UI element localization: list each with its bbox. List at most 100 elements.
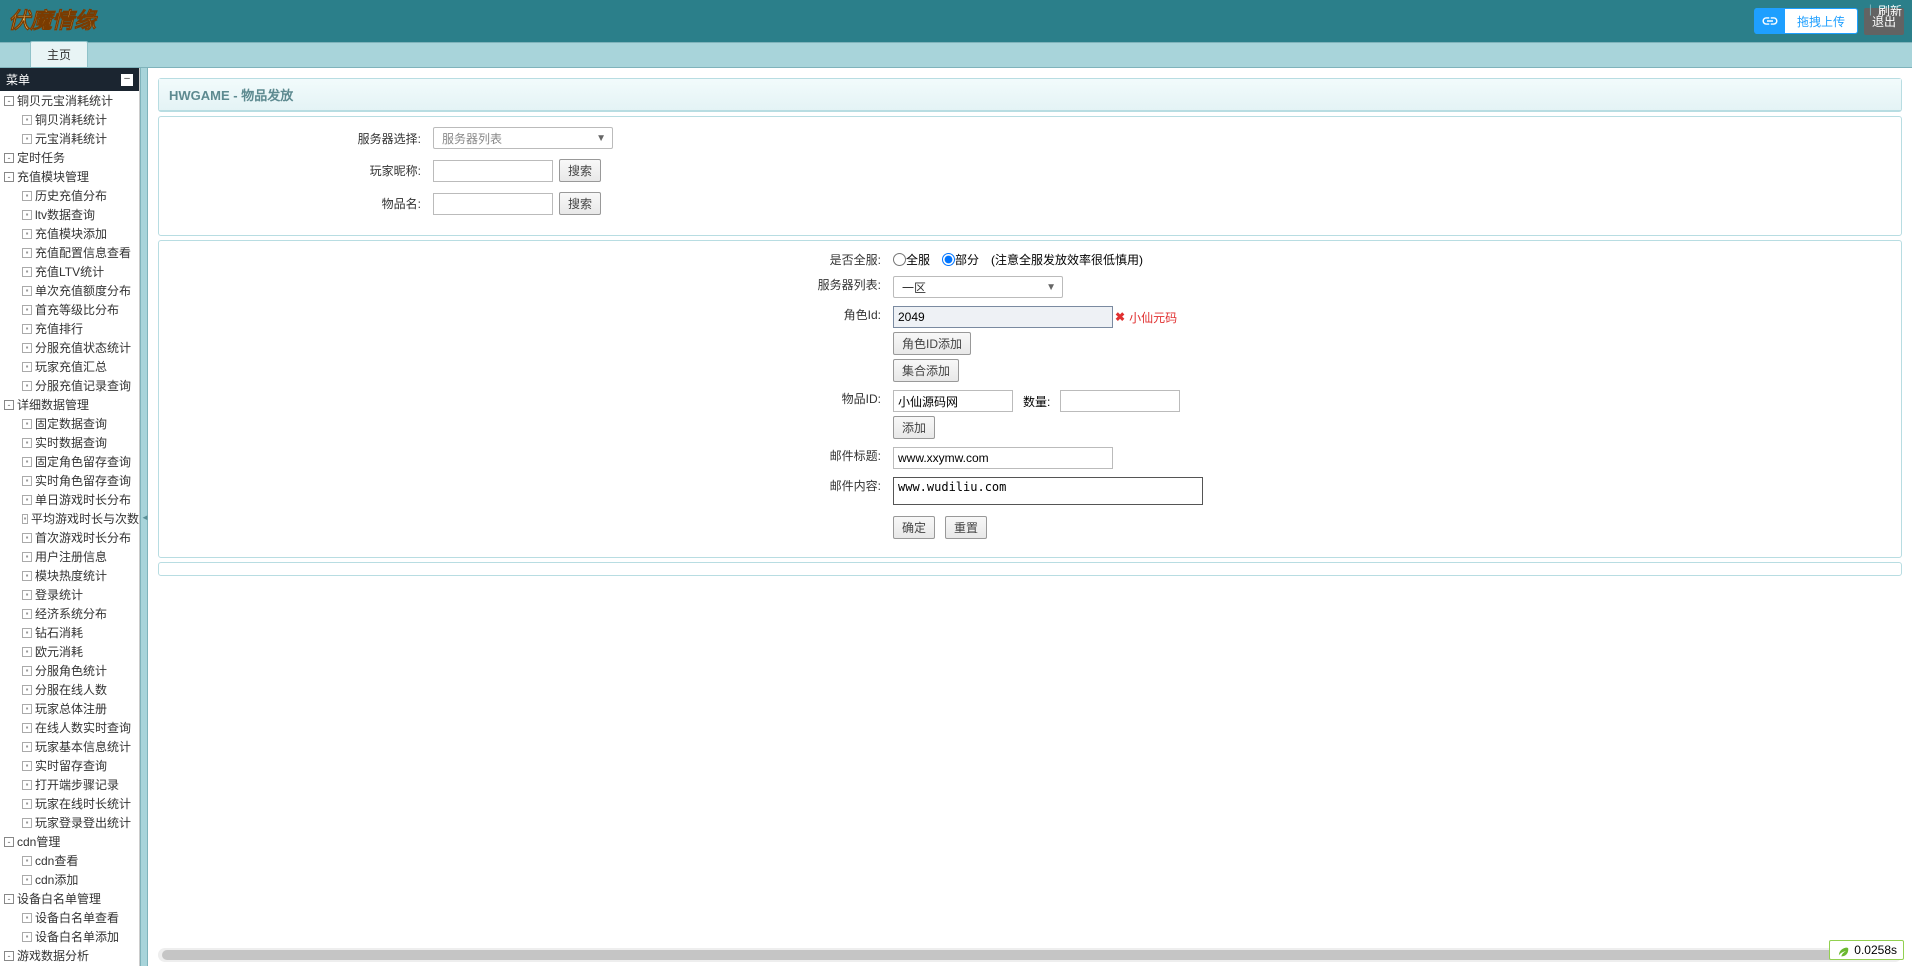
tree-bullet-icon: ▪ — [22, 533, 32, 543]
tree-child[interactable]: ▪玩家在线时长统计 — [0, 794, 139, 813]
mail-content-input[interactable] — [893, 477, 1203, 505]
label-server-list: 服务器列表: — [173, 276, 893, 293]
tree-child[interactable]: ▪在线人数实时查询 — [0, 718, 139, 737]
tree-child[interactable]: ▪首次游戏时长分布 — [0, 528, 139, 547]
server-list-dropdown[interactable]: 一区 ▼ — [893, 276, 1063, 298]
tree-toggle-icon[interactable]: - — [4, 172, 14, 182]
tree-child[interactable]: ▪经济系统分布 — [0, 604, 139, 623]
tree-toggle-icon[interactable]: - — [4, 96, 14, 106]
tree-parent[interactable]: -游戏数据分析 — [0, 946, 139, 965]
tree-child[interactable]: ▪ltv数据查询 — [0, 205, 139, 224]
tree-bullet-icon: ▪ — [22, 742, 32, 752]
tree-parent[interactable]: -定时任务 — [0, 148, 139, 167]
tree-child[interactable]: ▪单次充值额度分布 — [0, 281, 139, 300]
tree-parent[interactable]: -铜贝元宝消耗统计 — [0, 91, 139, 110]
ok-button[interactable]: 确定 — [893, 516, 935, 539]
tree-parent[interactable]: -充值模块管理 — [0, 167, 139, 186]
tree-child[interactable]: ▪元宝消耗统计 — [0, 129, 139, 148]
tree-child[interactable]: ▪单日游戏时长分布 — [0, 490, 139, 509]
tree-bullet-icon: ▪ — [22, 419, 32, 429]
tree-child[interactable]: ▪分服充值状态统计 — [0, 338, 139, 357]
tree-bullet-icon: ▪ — [22, 495, 32, 505]
tree-child[interactable]: ▪登录统计 — [0, 585, 139, 604]
page-title: HWGAME - 物品发放 — [159, 79, 1901, 111]
tree-toggle-icon[interactable]: - — [4, 153, 14, 163]
tree-bullet-icon: ▪ — [22, 552, 32, 562]
tree-child[interactable]: ▪用户注册信息 — [0, 547, 139, 566]
item-id-input[interactable] — [893, 390, 1013, 412]
menu-title: 菜单 — [6, 71, 30, 88]
tree-child[interactable]: ▪设备白名单添加 — [0, 927, 139, 946]
tree-child[interactable]: ▪充值模块添加 — [0, 224, 139, 243]
tree-child[interactable]: ▪打开端步骤记录 — [0, 775, 139, 794]
search-player-button[interactable]: 搜索 — [559, 159, 601, 182]
tree-child[interactable]: ▪设备白名单查看 — [0, 908, 139, 927]
tree-child[interactable]: ▪实时角色留存查询 — [0, 471, 139, 490]
tree-child[interactable]: ▪玩家总体注册 — [0, 699, 139, 718]
empty-panel — [158, 562, 1902, 576]
tree-parent[interactable]: -cdn管理 — [0, 832, 139, 851]
tree-child[interactable]: ▪欧元消耗 — [0, 642, 139, 661]
scrollbar-thumb[interactable] — [162, 950, 1871, 960]
horizontal-scrollbar[interactable] — [158, 948, 1902, 962]
reset-button[interactable]: 重置 — [945, 516, 987, 539]
tree-child[interactable]: ▪充值排行 — [0, 319, 139, 338]
tree-child[interactable]: ▪分服在线人数 — [0, 680, 139, 699]
tree-child[interactable]: ▪玩家登录登出统计 — [0, 813, 139, 832]
tree-bullet-icon: ▪ — [22, 780, 32, 790]
server-select-dropdown[interactable]: 服务器列表 ▼ — [433, 127, 613, 149]
tree-child[interactable]: ▪充值LTV统计 — [0, 262, 139, 281]
add-role-id-button[interactable]: 角色ID添加 — [893, 332, 971, 355]
server-list-value: 一区 — [902, 279, 926, 296]
refresh-link[interactable]: 刷新 — [1878, 2, 1902, 19]
tree-child[interactable]: ▪cdn查看 — [0, 851, 139, 870]
tree-parent[interactable]: -详细数据管理 — [0, 395, 139, 414]
tree-child[interactable]: ▪实时留存查询 — [0, 756, 139, 775]
tree-bullet-icon: ▪ — [22, 362, 32, 372]
tree-child[interactable]: ▪铜贝消耗统计 — [0, 110, 139, 129]
tree-child[interactable]: ▪平均游戏时长与次数 — [0, 509, 139, 528]
tree-child[interactable]: ▪玩家基本信息统计 — [0, 737, 139, 756]
tree-child[interactable]: ▪固定角色留存查询 — [0, 452, 139, 471]
tree-toggle-icon[interactable]: - — [4, 837, 14, 847]
tab-home[interactable]: 主页 — [30, 41, 88, 67]
tree-toggle-icon[interactable]: - — [4, 400, 14, 410]
tree-child[interactable]: ▪首充等级比分布 — [0, 300, 139, 319]
tree-bullet-icon: ▪ — [22, 666, 32, 676]
item-name-input[interactable] — [433, 193, 553, 215]
mail-title-input[interactable] — [893, 447, 1113, 469]
player-nick-input[interactable] — [433, 160, 553, 182]
batch-add-button[interactable]: 集合添加 — [893, 359, 959, 382]
part-note: (注意全服发放效率很低慎用) — [991, 251, 1143, 268]
tree-bullet-icon: ▪ — [22, 875, 32, 885]
tree-child[interactable]: ▪钻石消耗 — [0, 623, 139, 642]
tree-bullet-icon: ▪ — [22, 590, 32, 600]
tree-child[interactable]: ▪模块热度统计 — [0, 566, 139, 585]
tree-bullet-icon: ▪ — [22, 571, 32, 581]
upload-button[interactable]: 拖拽上传 — [1754, 8, 1858, 34]
role-id-input[interactable] — [893, 306, 1113, 328]
tree-child[interactable]: ▪分服充值记录查询 — [0, 376, 139, 395]
tree-child[interactable]: ▪cdn添加 — [0, 870, 139, 889]
tree-toggle-icon[interactable]: - — [4, 894, 14, 904]
remove-role-icon[interactable]: ✖ — [1115, 310, 1125, 324]
tree-child[interactable]: ▪玩家充值汇总 — [0, 357, 139, 376]
menu-header: 菜单 – — [0, 68, 139, 91]
tree-child[interactable]: ▪充值配置信息查看 — [0, 243, 139, 262]
tree-bullet-icon: ▪ — [22, 343, 32, 353]
search-item-button[interactable]: 搜索 — [559, 192, 601, 215]
radio-all[interactable]: 全服 — [893, 251, 930, 268]
tree-parent[interactable]: -设备白名单管理 — [0, 889, 139, 908]
radio-part[interactable]: 部分 — [942, 251, 979, 268]
collapse-icon[interactable]: – — [121, 74, 133, 86]
tree-bullet-icon: ▪ — [22, 457, 32, 467]
tree-child[interactable]: ▪分服角色统计 — [0, 661, 139, 680]
tree-child[interactable]: ▪实时数据查询 — [0, 433, 139, 452]
splitter[interactable]: ◄ — [140, 68, 148, 966]
chevron-down-icon: ▼ — [1046, 282, 1056, 293]
tree-child[interactable]: ▪历史充值分布 — [0, 186, 139, 205]
tree-toggle-icon[interactable]: - — [4, 951, 14, 961]
add-item-button[interactable]: 添加 — [893, 416, 935, 439]
tree-child[interactable]: ▪固定数据查询 — [0, 414, 139, 433]
qty-input[interactable] — [1060, 390, 1180, 412]
